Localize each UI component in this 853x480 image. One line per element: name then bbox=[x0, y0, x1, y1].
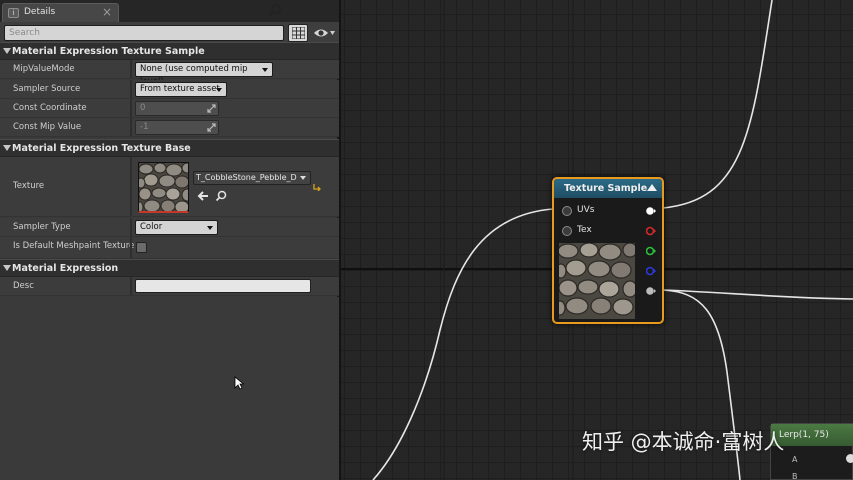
dropdown-value: Color bbox=[140, 222, 163, 232]
mip-value-mode-dropdown[interactable]: None (use computed mip level) bbox=[135, 62, 273, 87]
collapse-node-icon[interactable] bbox=[647, 184, 657, 191]
rgb-output-pin[interactable] bbox=[646, 206, 656, 216]
chevron-down-icon bbox=[300, 176, 306, 180]
row-label: MipValueMode bbox=[13, 64, 75, 74]
row-label: Const Coordinate bbox=[13, 103, 87, 113]
eye-visibility-icon[interactable] bbox=[312, 25, 336, 41]
section-texture-sample[interactable]: Material Expression Texture Sample bbox=[0, 42, 339, 60]
texture-preview bbox=[559, 243, 635, 319]
chevron-down-icon bbox=[216, 88, 222, 92]
a-output-pin[interactable] bbox=[646, 286, 656, 296]
const-coordinate-field[interactable]: 0 bbox=[135, 101, 219, 116]
node-title: Texture Sample bbox=[564, 183, 648, 194]
section-material-expression[interactable]: Material Expression bbox=[0, 259, 339, 277]
row-const-mip-value: Const Mip Value -1 bbox=[0, 118, 339, 137]
section-title: Material Expression Texture Sample bbox=[12, 46, 205, 57]
lerp-output-pin[interactable] bbox=[846, 454, 853, 463]
details-panel: i Details × Material Expression Texture … bbox=[0, 0, 339, 480]
tab-bar: i Details × bbox=[0, 0, 339, 22]
node-header[interactable]: Texture Sample bbox=[554, 179, 662, 198]
const-mip-value-field[interactable]: -1 bbox=[135, 120, 219, 135]
asset-name: T_CobbleStone_Pebble_D bbox=[196, 173, 297, 182]
row-label: Sampler Type bbox=[13, 222, 71, 232]
section-texture-base[interactable]: Material Expression Texture Base bbox=[0, 139, 339, 157]
desc-input[interactable] bbox=[135, 279, 311, 293]
chevron-down-icon bbox=[207, 226, 213, 230]
is-default-meshpaint-checkbox[interactable] bbox=[136, 242, 147, 253]
browse-search-icon[interactable] bbox=[215, 190, 227, 202]
a-input-label: A bbox=[792, 455, 798, 464]
field-value: 0 bbox=[140, 103, 146, 113]
collapse-arrow-icon bbox=[3, 145, 11, 151]
row-label: Const Mip Value bbox=[13, 122, 82, 132]
sampler-source-dropdown[interactable]: From texture asset bbox=[135, 82, 227, 97]
row-label: Texture bbox=[13, 181, 45, 191]
row-mip-value-mode: MipValueMode None (use computed mip leve… bbox=[0, 60, 339, 87]
row-label: Desc bbox=[13, 281, 34, 291]
column-divider[interactable] bbox=[130, 218, 132, 236]
collapse-arrow-icon bbox=[3, 265, 11, 271]
g-output-pin[interactable] bbox=[646, 246, 656, 256]
row-sampler-source: Sampler Source From texture asset bbox=[0, 80, 339, 99]
row-is-default-meshpaint: Is Default Meshpaint Texture bbox=[0, 237, 339, 259]
details-panel-icon: i bbox=[8, 8, 19, 18]
b-input-label: B bbox=[792, 472, 798, 480]
texture-thumbnail[interactable] bbox=[138, 162, 189, 213]
column-divider[interactable] bbox=[130, 80, 132, 98]
b-output-pin[interactable] bbox=[646, 266, 656, 276]
tab-details[interactable]: i Details × bbox=[2, 3, 119, 22]
row-sampler-type: Sampler Type Color bbox=[0, 218, 339, 237]
mouse-cursor-icon bbox=[234, 376, 244, 390]
section-title: Material Expression Texture Base bbox=[12, 143, 191, 154]
column-divider[interactable] bbox=[130, 99, 132, 117]
field-value: -1 bbox=[140, 122, 149, 132]
property-matrix-button[interactable] bbox=[288, 24, 308, 42]
use-selected-arrow-icon[interactable] bbox=[197, 190, 209, 202]
column-divider[interactable] bbox=[130, 157, 132, 216]
node-title: Lerp(1, 75) bbox=[779, 430, 829, 440]
watermark-text: 知乎 @本诚命·富树人 bbox=[582, 430, 785, 454]
column-divider[interactable] bbox=[130, 237, 132, 258]
dropdown-value: From texture asset bbox=[140, 84, 220, 94]
texture-sample-node[interactable]: Texture Sample UVs Tex bbox=[552, 177, 664, 324]
column-divider[interactable] bbox=[130, 60, 132, 78]
tab-details-label: Details bbox=[24, 7, 56, 17]
row-const-coordinate: Const Coordinate 0 bbox=[0, 99, 339, 118]
chevron-down-icon bbox=[262, 68, 268, 72]
cobblestone-texture-image bbox=[139, 163, 188, 211]
tex-label: Tex bbox=[577, 225, 592, 235]
row-label: Sampler Source bbox=[13, 84, 81, 94]
reset-to-default-icon[interactable] bbox=[313, 183, 321, 191]
sampler-type-dropdown[interactable]: Color bbox=[135, 220, 218, 235]
tex-input-pin[interactable] bbox=[562, 226, 572, 236]
uvs-label: UVs bbox=[577, 205, 595, 215]
spinner-arrows-icon[interactable] bbox=[207, 104, 216, 113]
search-icon[interactable] bbox=[268, 3, 282, 17]
search-input[interactable] bbox=[4, 25, 284, 41]
row-label: Is Default Meshpaint Texture bbox=[13, 241, 135, 251]
section-title: Material Expression bbox=[12, 263, 119, 274]
close-tab-icon[interactable]: × bbox=[102, 5, 112, 19]
spinner-arrows-icon[interactable] bbox=[207, 123, 216, 132]
column-divider[interactable] bbox=[130, 118, 132, 136]
texture-asset-dropdown[interactable]: T_CobbleStone_Pebble_D bbox=[193, 171, 311, 185]
column-divider[interactable] bbox=[130, 277, 132, 295]
cobblestone-preview-image bbox=[559, 243, 635, 319]
grid-view-icon bbox=[292, 27, 305, 39]
details-empty-area bbox=[0, 297, 339, 480]
uvs-input-pin[interactable] bbox=[562, 206, 572, 216]
search-row bbox=[0, 22, 339, 44]
r-output-pin[interactable] bbox=[646, 226, 656, 236]
collapse-arrow-icon bbox=[3, 48, 11, 54]
